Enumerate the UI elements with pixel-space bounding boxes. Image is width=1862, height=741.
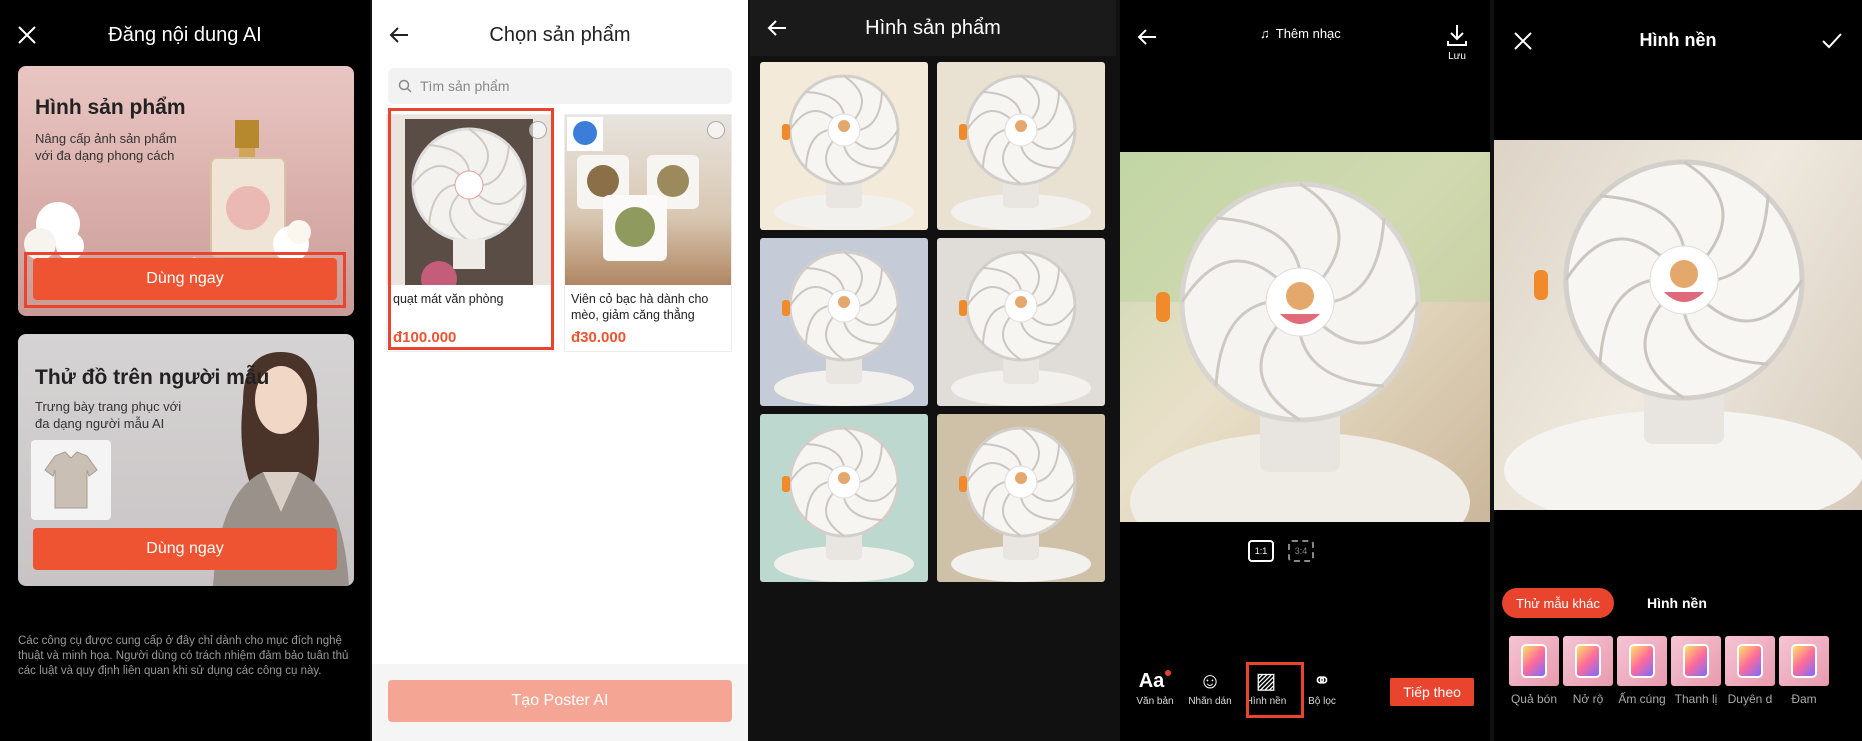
editor-screen: ♫ Thêm nhạc Lưu 1:1 3:4 Aa Văn bản ☺ Nhã… — [1120, 0, 1490, 741]
music-note-icon: ♫ — [1260, 26, 1270, 41]
background-screen: Hình nền Thử mẫu khác Hình nền Quả bónN — [1494, 0, 1862, 741]
sticker-tool[interactable]: ☺ Nhãn dán — [1182, 666, 1238, 707]
back-arrow-icon[interactable] — [766, 17, 788, 39]
back-arrow-icon[interactable] — [388, 24, 410, 46]
download-icon — [1447, 25, 1467, 46]
background-label: Nở rộ — [1572, 692, 1604, 706]
page-title: Chọn sản phẩm — [489, 23, 631, 46]
background-thumbnail — [1779, 636, 1829, 686]
header: Hình sản phẩm — [750, 0, 1116, 56]
product-image-option[interactable] — [937, 414, 1105, 582]
fan-image — [1120, 152, 1490, 522]
product-image-option[interactable] — [760, 62, 928, 230]
search-input[interactable]: Tìm sản phẩm — [388, 68, 732, 104]
text-icon: Aa — [1127, 666, 1183, 696]
save-label: Lưu — [1448, 51, 1466, 62]
fan-image — [774, 426, 914, 582]
save-button[interactable]: Lưu — [1444, 22, 1470, 62]
background-label: Duyên d — [1727, 692, 1773, 706]
back-arrow-icon[interactable] — [1136, 26, 1158, 48]
background-thumbnail — [1617, 636, 1667, 686]
product-photo — [1494, 140, 1862, 510]
card-title: Thử đồ trên người mẫu — [35, 366, 270, 389]
fan-image — [951, 426, 1091, 582]
product-image — [565, 115, 731, 285]
product-images-screen: Hình sản phẩm — [750, 0, 1116, 741]
select-product-screen: Chọn sản phẩm Tìm sản phẩm quạt mát văn … — [372, 0, 748, 741]
ratio-3-4-button[interactable]: 3:4 — [1288, 540, 1314, 562]
background-option[interactable]: Quả bón — [1506, 636, 1562, 706]
shirt-thumbnail — [31, 440, 111, 520]
sticker-icon: ☺ — [1198, 668, 1222, 693]
close-icon[interactable] — [16, 24, 38, 46]
background-option[interactable]: Ấm cúng — [1614, 636, 1670, 706]
highlight-box — [1246, 662, 1304, 718]
fan-image — [951, 74, 1091, 230]
product-photo — [1120, 152, 1490, 522]
card-subtitle: Nâng cấp ảnh sản phẩm với đa dạng phong … — [35, 131, 177, 163]
page-title: Hình sản phẩm — [865, 16, 1001, 39]
background-option[interactable]: Đam — [1776, 636, 1832, 706]
add-music-label: Thêm nhạc — [1275, 26, 1341, 41]
background-thumbnail — [1509, 636, 1559, 686]
background-label: Ấm cúng — [1618, 692, 1666, 706]
background-option[interactable]: Nở rộ — [1560, 636, 1616, 706]
add-music-button[interactable]: ♫ Thêm nhạc — [1260, 26, 1341, 41]
tool-label: Văn bản — [1136, 696, 1174, 707]
product-price: đ30.000 — [571, 329, 627, 346]
shirt-icon — [44, 451, 98, 509]
product-image-option[interactable] — [937, 238, 1105, 406]
background-label: Thanh lị — [1674, 692, 1718, 706]
card-title: Hình sản phẩm — [35, 96, 186, 119]
search-placeholder: Tìm sản phẩm — [420, 78, 510, 94]
fan-image — [951, 250, 1091, 406]
disclaimer-text: Các công cụ được cung cấp ở đây chỉ dành… — [18, 635, 349, 677]
check-icon[interactable] — [1820, 30, 1844, 52]
background-label: Quả bón — [1510, 692, 1558, 706]
background-tabs: Thử mẫu khác Hình nền — [1494, 580, 1862, 624]
use-now-button[interactable]: Dùng ngay — [33, 528, 337, 570]
highlight-box — [388, 108, 554, 350]
background-option[interactable]: Duyên d — [1722, 636, 1778, 706]
background-thumbnail — [1563, 636, 1613, 686]
page-title: Đăng nội dung AI — [108, 23, 262, 46]
create-poster-button[interactable]: Tạo Poster AI — [388, 680, 732, 722]
ai-content-screen: Đăng nội dung AI Hình sản phẩm Nâng cấp … — [0, 0, 370, 741]
fan-image — [774, 74, 914, 230]
product-card[interactable]: Viên cỏ bạc hà dành cho mèo, giảm căng t… — [564, 114, 732, 352]
fan-image — [774, 250, 914, 406]
perfume-image — [193, 120, 311, 272]
product-name: Viên cỏ bạc hà dành cho mèo, giảm căng t… — [571, 292, 709, 322]
catnip-image — [567, 117, 699, 261]
ratio-1-1-button[interactable]: 1:1 — [1248, 540, 1274, 562]
background-label: Đam — [1791, 692, 1817, 706]
try-on-model-card[interactable]: Thử đồ trên người mẫu Trưng bày trang ph… — [18, 334, 354, 586]
fan-image — [1504, 159, 1862, 510]
card-subtitle: Trưng bày trang phục với đa dạng người m… — [35, 399, 182, 431]
product-image-option[interactable] — [937, 62, 1105, 230]
highlight-box — [24, 252, 346, 308]
search-icon — [398, 79, 412, 93]
header: Đăng nội dung AI — [0, 0, 370, 70]
tool-label: Nhãn dán — [1188, 696, 1232, 707]
next-button[interactable]: Tiếp theo — [1390, 678, 1474, 706]
select-radio[interactable] — [707, 121, 725, 139]
tab-backgrounds[interactable]: Hình nền — [1647, 595, 1707, 611]
background-option[interactable]: Thanh lị — [1668, 636, 1724, 706]
page-title: Hình nền — [1639, 30, 1717, 50]
product-image-option[interactable] — [760, 414, 928, 582]
tab-try-other-templates[interactable]: Thử mẫu khác — [1502, 588, 1614, 618]
background-thumbnail — [1725, 636, 1775, 686]
background-thumbnail — [1671, 636, 1721, 686]
header: Chọn sản phẩm — [372, 0, 748, 70]
text-tool[interactable]: Aa Văn bản — [1127, 666, 1183, 708]
product-image-option[interactable] — [760, 238, 928, 406]
screens-composite: Đăng nội dung AI Hình sản phẩm Nâng cấp … — [0, 0, 1862, 741]
